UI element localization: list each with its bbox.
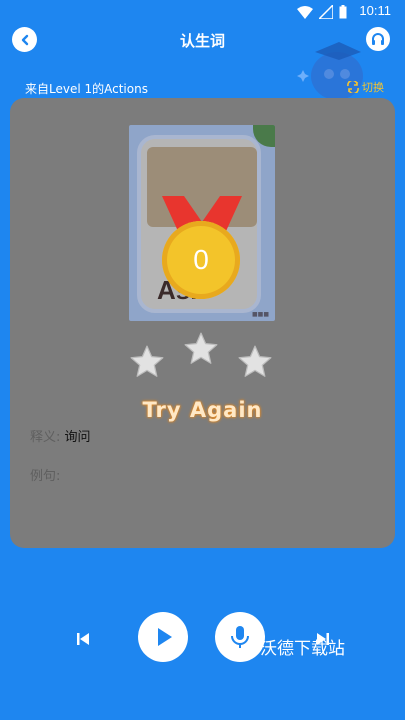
star-icon — [184, 332, 218, 364]
play-button[interactable] — [138, 612, 188, 662]
star-icon — [238, 345, 272, 377]
play-icon — [158, 628, 172, 646]
signal-icon — [319, 5, 333, 19]
definition: 释义: 询问 — [30, 426, 91, 445]
headset-icon — [372, 33, 384, 45]
switch-arrows-icon — [347, 81, 359, 93]
record-button[interactable] — [215, 612, 265, 662]
picture-credit: ■■■ — [251, 311, 269, 318]
definition-value: 询问 — [64, 430, 91, 445]
score-medal: 0 — [162, 221, 240, 299]
result-text: Try Again — [142, 398, 263, 422]
example-label: 例句: — [30, 469, 61, 484]
wifi-icon — [297, 5, 313, 19]
battery-icon — [339, 5, 347, 19]
status-icons — [297, 4, 347, 20]
status-bar: 10:11 — [0, 0, 405, 24]
microphone-icon — [231, 626, 249, 648]
headset-button[interactable] — [366, 27, 390, 51]
star-icon — [130, 345, 164, 377]
switch-label: 切换 — [362, 81, 384, 94]
skip-previous-icon[interactable] — [74, 630, 92, 648]
watermark: 沃德下载站 — [260, 639, 345, 659]
definition-label: 释义: — [30, 430, 61, 445]
source-label: 来自Level 1的Actions — [25, 82, 148, 96]
switch-button[interactable]: 切换 — [346, 79, 384, 95]
status-time: 10:11 — [359, 3, 391, 18]
